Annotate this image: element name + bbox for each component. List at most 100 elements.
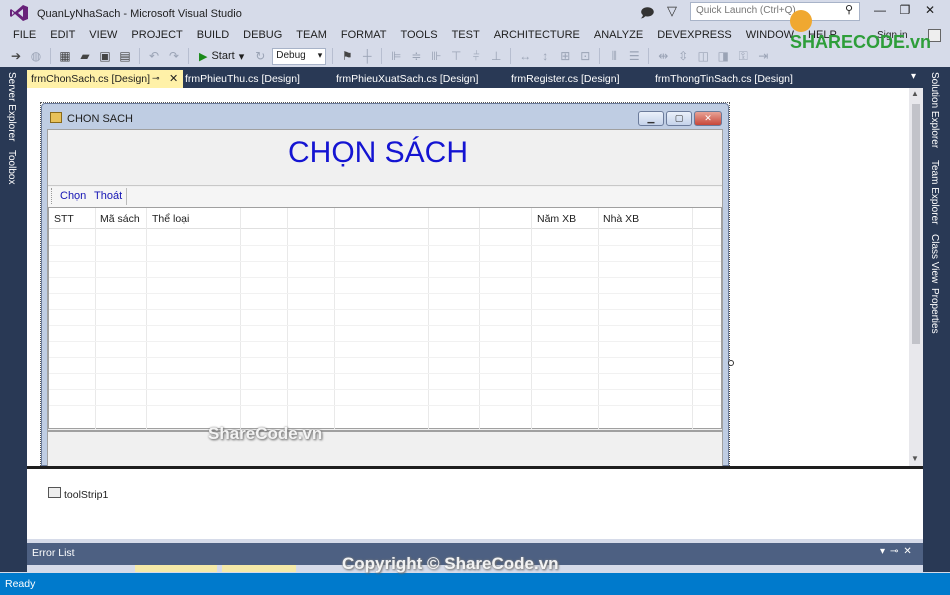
save-icon[interactable]: ▣ [97,48,113,64]
align-top-icon[interactable]: ⊤ [448,48,464,64]
tab-frmchonsach-design[interactable]: frmChonSach.cs [Design] ⊸ ✕ [27,70,183,88]
size-to-grid-icon[interactable]: ⊞ [557,48,573,64]
form-minimize-button[interactable]: ▁ [638,111,664,126]
align-bottom-icon[interactable]: ⊥ [488,48,504,64]
menu-thoat[interactable]: Thoát [94,190,122,202]
status-text: Ready [5,578,36,590]
form-heading: CHỌN SÁCH [287,136,468,169]
menu-project[interactable]: PROJECT [124,29,189,41]
menu-edit[interactable]: EDIT [43,29,82,41]
grid-row-line [49,357,721,358]
find-icon[interactable]: ⚑ [339,48,355,64]
play-icon: ▶ [199,50,208,63]
column-header[interactable]: Năm XB [537,213,576,225]
tab-frmphieuxuatsach-design[interactable]: frmPhieuXuatSach.cs [Design] [332,70,482,88]
grid-column-line [479,208,480,429]
menu-team[interactable]: TEAM [289,29,334,41]
toolbar-separator [381,48,383,64]
start-label: Start [211,50,235,62]
align-middle-icon[interactable]: ⫩ [468,48,484,64]
column-header[interactable]: Thể loại [152,213,189,225]
menu-strip[interactable] [48,187,722,207]
grid-row-line [49,373,721,374]
column-header[interactable]: Nhà XB [603,213,639,225]
resize-handle[interactable] [728,360,734,366]
attach-icon[interactable]: ↻ [252,48,268,64]
open-folder-icon[interactable]: ▰ [77,48,93,64]
server-explorer-tab[interactable]: Server Explorer [6,72,17,141]
column-header[interactable]: STT [54,213,74,225]
redo-icon[interactable]: ↷ [166,48,182,64]
save-all-icon[interactable]: ▤ [117,48,133,64]
menu-analyze[interactable]: ANALYZE [587,29,650,41]
bottom-panel[interactable] [48,430,722,466]
form-maximize-button[interactable]: ▢ [666,111,692,126]
toolbox-tab[interactable]: Toolbox [6,150,17,184]
menu-tools[interactable]: TOOLS [393,29,444,41]
bring-to-front-icon[interactable]: ◫ [695,48,711,64]
tab-order-icon[interactable]: ⇥ [755,48,771,64]
grid-row-line [49,309,721,310]
menu-build[interactable]: BUILD [190,29,236,41]
class-view-tab[interactable]: Class View [929,234,940,283]
horizontal-spacing-icon[interactable]: ⫴ [606,48,622,64]
send-to-back-icon[interactable]: ◨ [715,48,731,64]
lock-controls-icon[interactable]: ⚿ [735,48,751,64]
column-header[interactable]: Mã sách [100,213,140,225]
error-list-window-controls[interactable]: ▾⊸✕ [880,546,917,557]
make-same-height-icon[interactable]: ↕ [537,48,553,64]
toolstrip-component[interactable]: toolStrip1 [64,489,108,501]
grid-row-line [49,261,721,262]
make-same-size-icon[interactable]: ⊡ [577,48,593,64]
team-explorer-tab[interactable]: Team Explorer [929,160,940,224]
books-grid[interactable] [48,207,722,429]
grid-row-line [49,293,721,294]
errors-filter-button[interactable] [135,565,217,572]
undo-icon[interactable]: ↶ [146,48,162,64]
menu-chon[interactable]: Chọn [60,190,86,202]
align-icon[interactable]: ┼ [359,48,375,64]
tab-frmthongtinsach-design[interactable]: frmThongTinSach.cs [Design] [651,70,797,88]
start-debugging-button[interactable]: ▶ Start ▾ [195,50,248,63]
menu-format[interactable]: FORMAT [334,29,394,41]
make-same-width-icon[interactable]: ↔ [517,48,533,64]
menu-file[interactable]: FILE [6,29,43,41]
menu-view[interactable]: VIEW [82,29,124,41]
solution-configuration-select[interactable]: Debug [272,47,327,65]
properties-tab[interactable]: Properties [929,288,940,334]
vertical-spacing-icon[interactable]: ☰ [626,48,642,64]
center-horizontally-icon[interactable]: ⇹ [655,48,671,64]
scroll-up-icon[interactable]: ▲ [911,89,919,98]
status-bar [0,573,950,595]
form-close-button[interactable]: ✕ [694,111,722,126]
toolbar-separator [188,48,189,64]
scroll-down-icon[interactable]: ▼ [911,454,919,463]
menu-test[interactable]: TEST [445,29,487,41]
sharecode-logo-text: SHARECODE.vn [790,32,932,53]
tab-overflow-icon[interactable]: ▾ [911,71,916,82]
back-icon[interactable]: ➔ [8,48,24,64]
window-title: QuanLyNhaSach - Microsoft Visual Studio [37,8,242,20]
align-right-icon[interactable]: ⊪ [428,48,444,64]
menu-architecture[interactable]: ARCHITECTURE [487,29,587,41]
close-tab-icon[interactable]: ✕ [169,72,178,85]
new-project-icon[interactable]: ▦ [57,48,73,64]
designer-scroll-thumb[interactable] [912,104,920,344]
toolstrip-icon [48,487,61,498]
center-vertically-icon[interactable]: ⇳ [675,48,691,64]
forward-icon[interactable]: ◍ [28,48,44,64]
tab-frmphieuthu-design[interactable]: frmPhieuThu.cs [Design] [181,70,304,88]
menu-devexpress[interactable]: DEVEXPRESS [650,29,739,41]
align-left-icon[interactable]: ⊫ [388,48,404,64]
grid-column-line [692,208,693,429]
menu-debug[interactable]: DEBUG [236,29,289,41]
grid-column-line [428,208,429,429]
align-center-icon[interactable]: ≑ [408,48,424,64]
pin-icon[interactable]: ⊸ [152,73,160,84]
tab-frmregister-design[interactable]: frmRegister.cs [Design] [507,70,624,88]
notification-icon[interactable]: 🗩 [640,4,654,26]
feedback-icon[interactable]: ▽ [667,3,677,19]
component-tray [27,469,923,539]
solution-explorer-tab[interactable]: Solution Explorer [929,72,940,148]
warnings-filter-button[interactable] [222,565,296,572]
